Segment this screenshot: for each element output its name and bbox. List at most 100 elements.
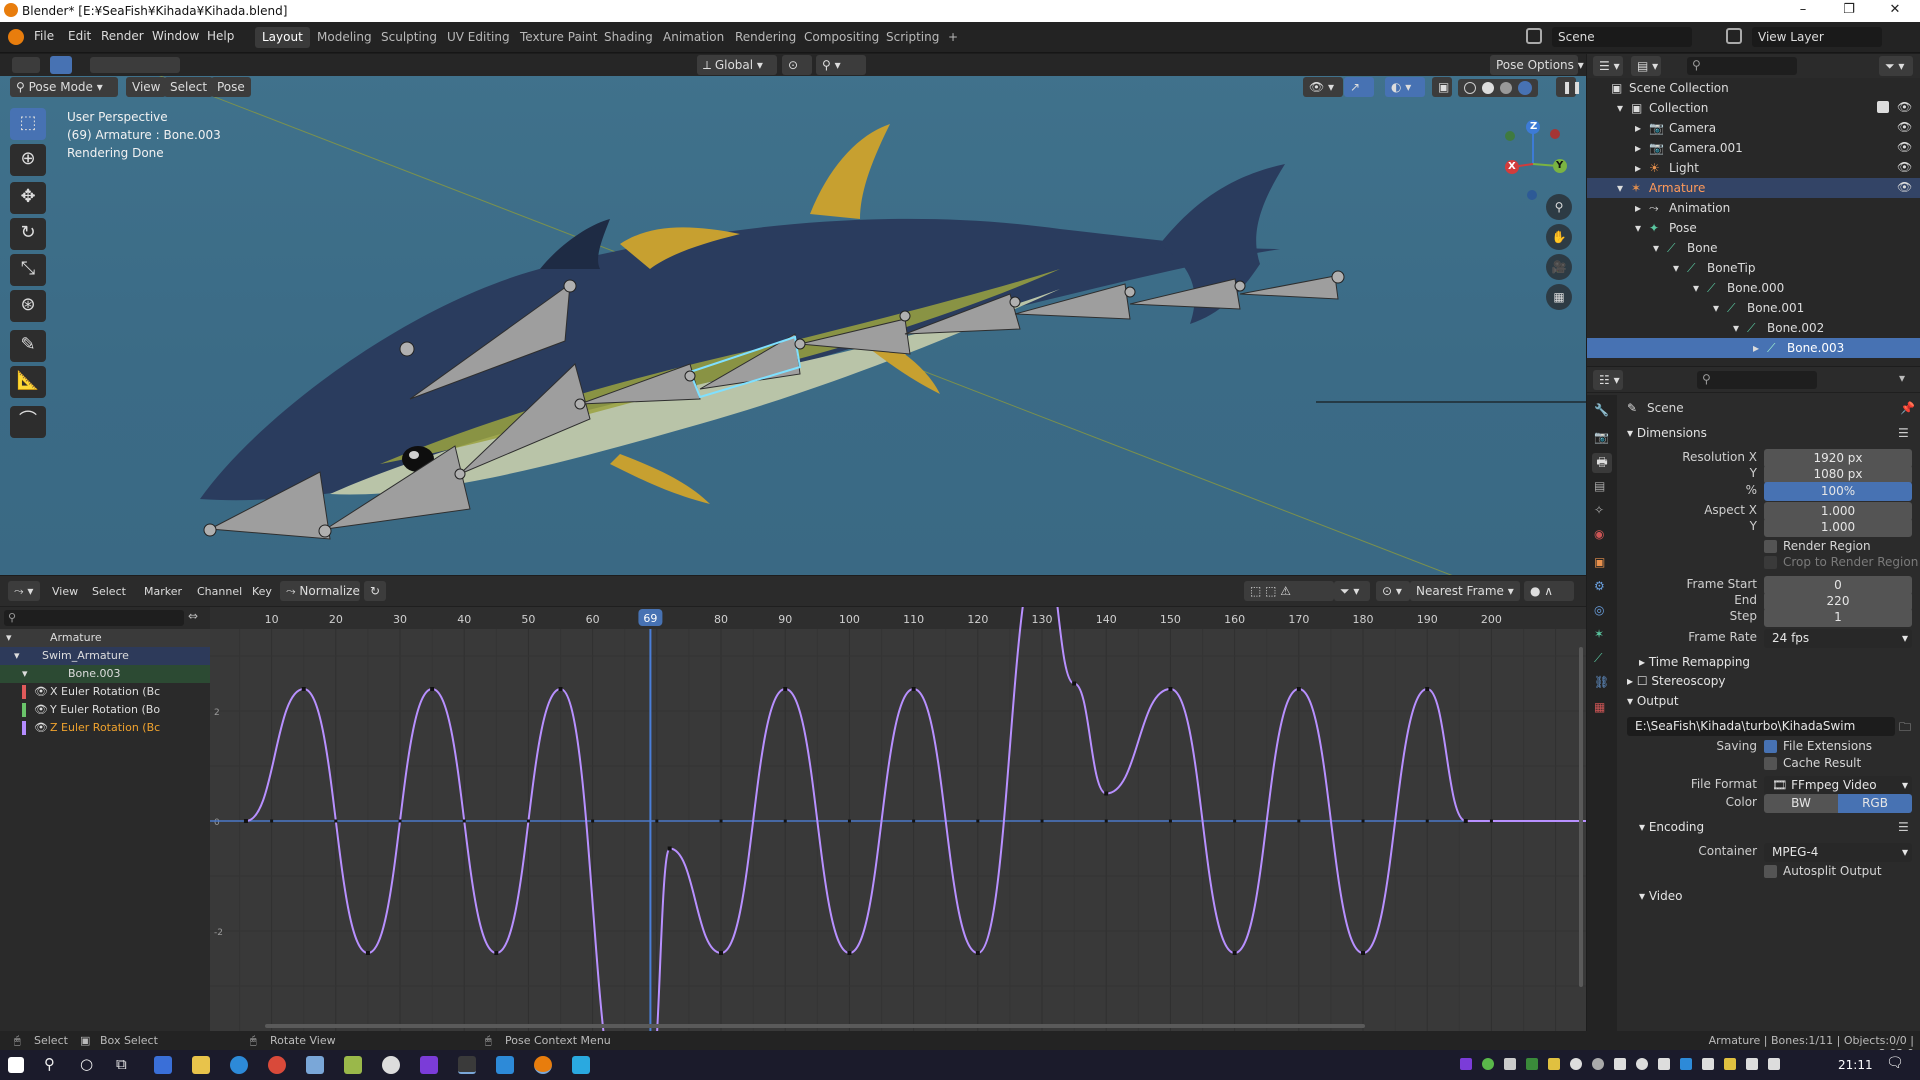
channel-row-x-rot[interactable]: 👁 X Euler Rotation (Bc <box>0 683 210 701</box>
frame-step-field[interactable]: 1 <box>1764 608 1912 627</box>
outliner-row[interactable]: ▣ Scene Collection <box>1587 78 1920 98</box>
view-layer-tab-icon[interactable]: ▤ <box>1594 479 1605 493</box>
display-mode-dropdown[interactable]: ▤ ▾ <box>1631 56 1661 76</box>
rendered-icon[interactable] <box>1518 81 1532 95</box>
pin-icon[interactable]: 📌 <box>1900 401 1915 415</box>
wireframe-icon[interactable] <box>1464 82 1476 94</box>
chevron-down-icon[interactable]: ▾ <box>1899 371 1905 385</box>
menu-edit[interactable]: Edit <box>68 29 91 43</box>
modifier-tab-icon[interactable]: ⚙ <box>1594 579 1605 593</box>
eye-icon[interactable]: 👁 <box>1897 140 1912 154</box>
maximize-button[interactable]: ❐ <box>1826 0 1872 22</box>
outliner-row[interactable]: ▾ ⟋ Bone <box>1587 238 1920 258</box>
task-view-icon[interactable]: ⧉ <box>116 1055 127 1073</box>
properties-editor-type[interactable]: ☷ ▾ <box>1593 370 1623 390</box>
orientation-dropdown[interactable]: ⟂ Global ▾ <box>697 55 777 75</box>
channel-row-z-rot[interactable]: 👁 Z Euler Rotation (Bc <box>0 719 210 737</box>
video-panel-header[interactable]: ▾ Video <box>1639 889 1682 903</box>
color-rgb-button[interactable]: RGB <box>1838 794 1912 813</box>
expand-icon[interactable]: ▾ <box>1617 181 1623 195</box>
stereoscopy-header[interactable]: ▸ ☐ Stereoscopy <box>1627 674 1725 688</box>
texture-tab-icon[interactable]: ▦ <box>1594 700 1605 714</box>
outliner-editor-type[interactable]: ☰ ▾ <box>1593 56 1623 76</box>
scale-tool[interactable]: ⤡ <box>10 254 46 286</box>
snap-dropdown[interactable]: ⚲ ▾ <box>816 55 866 75</box>
outliner-row[interactable]: ▸ ⤳ Animation <box>1587 198 1920 218</box>
data-tab-icon[interactable]: ✶ <box>1594 627 1604 641</box>
xray-toggle[interactable]: ▣ <box>1432 77 1452 97</box>
eye-icon[interactable]: 👁 <box>1897 100 1912 114</box>
eye-icon[interactable]: 👁 <box>34 685 48 698</box>
solid-icon[interactable] <box>1482 82 1494 94</box>
ie-icon[interactable] <box>496 1056 514 1074</box>
output-path-field[interactable]: E:\SeaFish\Kihada\turbo\KihadaSwim <box>1627 717 1895 736</box>
view-layer-selector[interactable]: View Layer <box>1752 27 1882 47</box>
select-mode-set[interactable] <box>90 57 180 73</box>
blender-menu-icon[interactable] <box>8 29 24 45</box>
cortana-icon[interactable]: ○ <box>80 1055 93 1073</box>
transform-tool[interactable]: ⊛ <box>10 290 46 322</box>
menu-file[interactable]: File <box>34 29 54 43</box>
physics-tab-icon[interactable]: ◎ <box>1594 603 1604 617</box>
outliner-row-selected[interactable]: ▸ ⟋ Bone.003 <box>1587 338 1920 358</box>
tab-shading[interactable]: Shading <box>597 27 660 48</box>
minimize-button[interactable]: – <box>1780 0 1826 22</box>
menu-select[interactable]: Select <box>164 77 214 97</box>
normalize-refresh-icon[interactable]: ↻ <box>364 581 386 601</box>
outliner-row-armature[interactable]: ▾ ✶ Armature 👁 <box>1587 178 1920 198</box>
cache-result-checkbox[interactable] <box>1764 757 1777 770</box>
crop-checkbox[interactable] <box>1764 556 1777 569</box>
relax-tool[interactable]: ⌒ <box>10 406 46 438</box>
tab-scripting[interactable]: Scripting <box>879 27 946 48</box>
constraint-tab-icon[interactable]: ⛓ <box>1594 675 1609 689</box>
time-remap-header[interactable]: ▸ Time Remapping <box>1639 655 1750 669</box>
tab-rendering[interactable]: Rendering <box>728 27 803 48</box>
world-tab-icon[interactable]: ◉ <box>1594 527 1604 541</box>
close-button[interactable]: ✕ <box>1872 0 1918 22</box>
autosplit-checkbox[interactable] <box>1764 865 1777 878</box>
search-icon[interactable]: ⚲ <box>44 1055 55 1073</box>
outliner-filter-dropdown[interactable]: ⏷ ▾ <box>1879 56 1913 76</box>
3d-viewport[interactable]: Z Y X ⟂ Global ▾ ⊙ ⚲ ▾ Pose Options ▾ ⚲ … <box>0 54 1586 575</box>
outliner-row[interactable]: ▾ ⟋ Bone.002 <box>1587 318 1920 338</box>
graph-menu-channel[interactable]: Channel <box>197 585 242 598</box>
snap-mode-dropdown[interactable]: Nearest Frame ▾ <box>1410 581 1520 601</box>
pivot-dropdown[interactable]: ⊙ <box>782 55 812 75</box>
app-icon-1[interactable] <box>306 1056 324 1074</box>
channel-row-y-rot[interactable]: 👁 Y Euler Rotation (Bo <box>0 701 210 719</box>
rotate-tool[interactable]: ↻ <box>10 218 46 250</box>
shading-mode-buttons[interactable] <box>1458 79 1538 97</box>
eye-icon[interactable]: 👁 <box>34 703 48 716</box>
annotate-tool[interactable]: ✎ <box>10 330 46 362</box>
preset-list-icon[interactable]: ☰ <box>1898 820 1909 834</box>
resolution-percent-field[interactable]: 100% <box>1764 482 1912 501</box>
render-tab-icon[interactable]: 📷 <box>1594 430 1609 444</box>
expand-icon[interactable]: ▾ <box>22 667 28 680</box>
graph-menu-view[interactable]: View <box>52 585 78 598</box>
expand-icon[interactable]: ▾ <box>1713 301 1719 315</box>
app-icon-2[interactable] <box>344 1056 362 1074</box>
windows-start-icon[interactable] <box>8 1057 24 1073</box>
cursor-tool[interactable]: ⊕ <box>10 144 46 176</box>
proportional-editing[interactable]: ● ∧ <box>1524 581 1574 601</box>
scene-tab-icon[interactable]: ✧ <box>1594 503 1604 517</box>
graph-filter-buttons[interactable]: ⬚ ⬚ ⚠ <box>1244 581 1334 601</box>
clock-time[interactable]: 21:11 <box>1838 1058 1873 1072</box>
output-tab-icon[interactable]: 🖶 <box>1592 453 1612 473</box>
expand-icon[interactable]: ▾ <box>1733 321 1739 335</box>
tab-texture-paint[interactable]: Texture Paint <box>513 27 604 48</box>
app-icon-3[interactable] <box>382 1056 400 1074</box>
aspect-y-field[interactable]: 1.000 <box>1764 518 1912 537</box>
pause-render-button[interactable]: ❚❚ <box>1556 77 1582 97</box>
channel-row-armature[interactable]: ▾ Armature <box>0 629 210 647</box>
graph-menu-key[interactable]: Key <box>252 585 272 598</box>
outliner-row[interactable]: ▸ 📷 Camera 👁 <box>1587 118 1920 138</box>
preset-list-icon[interactable]: ☰ <box>1898 426 1909 440</box>
outliner-row[interactable]: ▾ ✦ Pose <box>1587 218 1920 238</box>
tab-modeling[interactable]: Modeling <box>310 27 379 48</box>
expand-icon[interactable]: ▾ <box>14 649 20 662</box>
eye-icon[interactable]: 👁 <box>34 721 48 734</box>
tab-compositing[interactable]: Compositing <box>797 27 886 48</box>
ortho-grid-icon[interactable]: ▦ <box>1546 284 1572 310</box>
visibility-dropdown[interactable]: 👁 ▾ <box>1303 77 1343 97</box>
